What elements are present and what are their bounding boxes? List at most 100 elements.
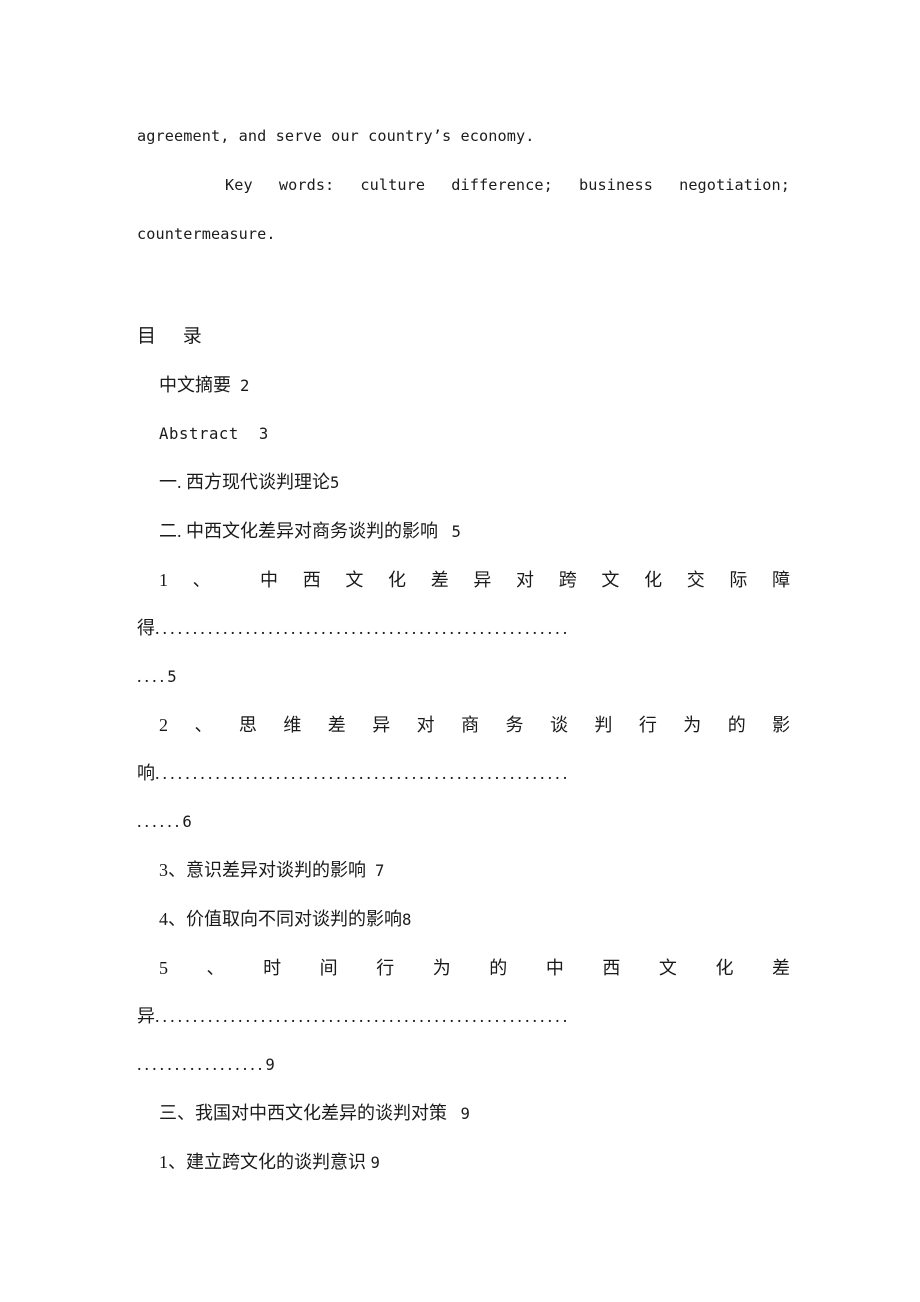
toc-entry-page: 7 bbox=[375, 862, 385, 880]
toc-entry-section-2-2-tail: ......6 bbox=[137, 797, 790, 846]
spread-char: 为 bbox=[683, 715, 702, 735]
dot-leader-tail: .... bbox=[137, 666, 168, 686]
spread-char: 对 bbox=[516, 570, 535, 590]
spread-char: 差 bbox=[772, 958, 791, 978]
toc-entry-page: 2 bbox=[240, 377, 250, 395]
toc-entry-page: 9 bbox=[460, 1105, 470, 1123]
spread-char: 障 bbox=[772, 570, 791, 590]
abstract-section: agreement, and serve our country’s econo… bbox=[137, 0, 790, 259]
abstract-tail-line: agreement, and serve our country’s econo… bbox=[137, 127, 535, 145]
spread-char: 时 bbox=[263, 958, 282, 978]
spread-char: 异 bbox=[473, 570, 492, 590]
toc-entry-chapter-3[interactable]: 三、我国对中西文化差异的谈判对策 9 bbox=[137, 1089, 790, 1138]
spread-char: 行 bbox=[638, 715, 657, 735]
toc-entry-chapter-1[interactable]: 一. 西方现代谈判理论5 bbox=[137, 458, 790, 507]
spread-char: 跨 bbox=[558, 570, 577, 590]
toc-entry-label: Abstract bbox=[159, 425, 239, 443]
spread-char: 行 bbox=[376, 958, 395, 978]
table-of-contents: 目 录 中文摘要 2 Abstract 3 一. 西方现代谈判理论5 二. 中西… bbox=[137, 259, 790, 1187]
spread-char: 为 bbox=[432, 958, 451, 978]
spread-char: 、 bbox=[206, 958, 225, 978]
spread-char: 维 bbox=[283, 715, 302, 735]
keywords-wrap-line: countermeasure. bbox=[137, 225, 276, 243]
spread-char: 1 bbox=[159, 570, 168, 590]
toc-entry-page: 9 bbox=[370, 1154, 380, 1172]
toc-wrap-char: 异 bbox=[137, 1006, 155, 1026]
toc-entry-section-2-2[interactable]: 2 、 思 维 差 异 对 商 务 谈 判 行 为 的 影 bbox=[137, 701, 790, 749]
spread-char: 文 bbox=[601, 570, 620, 590]
toc-entry-page: 6 bbox=[182, 813, 192, 831]
toc-heading: 目 录 bbox=[137, 326, 203, 347]
spread-char: 的 bbox=[489, 958, 508, 978]
spread-char: 判 bbox=[594, 715, 613, 735]
toc-entry-section-2-4[interactable]: 4、价值取向不同对谈判的影响8 bbox=[137, 895, 790, 944]
spread-char: 、 bbox=[192, 570, 211, 590]
spread-char: 5 bbox=[159, 958, 168, 978]
toc-entry-section-2-1-tail: ....5 bbox=[137, 652, 790, 701]
spread-char: 西 bbox=[302, 570, 321, 590]
toc-entry-label: 二. 中西文化差异对商务谈判的影响 bbox=[159, 521, 438, 541]
spread-char: 西 bbox=[602, 958, 621, 978]
toc-entry-gap bbox=[447, 1103, 461, 1123]
spread-char: 差 bbox=[327, 715, 346, 735]
spread-char: 对 bbox=[416, 715, 435, 735]
toc-entry-section-2-1[interactable]: 1 、 中 西 文 化 差 异 对 跨 文 化 交 际 障 bbox=[137, 556, 790, 604]
toc-entry-gap bbox=[438, 521, 452, 541]
spread-char: 影 bbox=[772, 715, 791, 735]
toc-entry-page: 5 bbox=[167, 668, 177, 686]
toc-entry-cn-abstract[interactable]: 中文摘要 2 bbox=[137, 361, 790, 410]
dot-leader: ........................................… bbox=[155, 763, 571, 783]
spread-char: 务 bbox=[505, 715, 524, 735]
toc-entry-label: 1、建立跨文化的谈判意识 bbox=[159, 1152, 366, 1172]
spread-char: 商 bbox=[461, 715, 480, 735]
toc-entry-section-2-3[interactable]: 3、意识差异对谈判的影响 7 bbox=[137, 846, 790, 895]
spread-char: 2 bbox=[159, 715, 168, 735]
dot-leader-tail: ...... bbox=[137, 811, 183, 831]
document-page: agreement, and serve our country’s econo… bbox=[0, 0, 920, 1302]
toc-entry-en-abstract[interactable]: Abstract 3 bbox=[137, 410, 790, 458]
toc-entry-label: 4、价值取向不同对谈判的影响 bbox=[159, 909, 402, 929]
toc-entry-chapter-2[interactable]: 二. 中西文化差异对商务谈判的影响 5 bbox=[137, 507, 790, 556]
toc-entry-page: 5 bbox=[330, 474, 340, 492]
spread-char: 化 bbox=[644, 570, 663, 590]
spread-char: 化 bbox=[388, 570, 407, 590]
toc-entry-section-3-1[interactable]: 1、建立跨文化的谈判意识 9 bbox=[137, 1138, 790, 1187]
spread-char: 谈 bbox=[549, 715, 568, 735]
keywords-line: Key words: culture difference; business … bbox=[137, 161, 790, 210]
spread-char: 、 bbox=[194, 715, 213, 735]
toc-entry-label: 一. 西方现代谈判理论 bbox=[159, 472, 330, 492]
keywords-text: Key words: culture difference; business … bbox=[225, 176, 790, 194]
toc-entry-label: 中文摘要 bbox=[159, 375, 231, 395]
toc-entry-section-2-1-wrap: 得.......................................… bbox=[137, 604, 790, 652]
spread-char: 化 bbox=[715, 958, 734, 978]
toc-entry-gap bbox=[366, 860, 375, 880]
spread-char: 间 bbox=[319, 958, 338, 978]
spread-char: 际 bbox=[729, 570, 748, 590]
toc-entry-gap bbox=[231, 375, 240, 395]
toc-entry-page: 3 bbox=[258, 425, 269, 443]
page-content-column: agreement, and serve our country’s econo… bbox=[137, 0, 790, 1187]
toc-entry-section-2-5-wrap: 异.......................................… bbox=[137, 992, 790, 1040]
spread-char: 文 bbox=[658, 958, 677, 978]
toc-entry-section-2-5[interactable]: 5 、 时 间 行 为 的 中 西 文 化 差 bbox=[137, 944, 790, 992]
spread-char: 交 bbox=[686, 570, 705, 590]
dot-leader: ........................................… bbox=[155, 1006, 571, 1026]
dot-leader: ........................................… bbox=[155, 618, 571, 638]
spread-char: 思 bbox=[238, 715, 257, 735]
toc-entry-section-2-2-wrap: 响.......................................… bbox=[137, 749, 790, 797]
spread-char: 异 bbox=[372, 715, 391, 735]
spread-char: 差 bbox=[430, 570, 449, 590]
spread-char: 文 bbox=[345, 570, 364, 590]
toc-entry-page: 8 bbox=[402, 911, 412, 929]
spread-char: 中 bbox=[545, 958, 564, 978]
toc-entry-gap bbox=[239, 425, 259, 443]
toc-wrap-char: 响 bbox=[137, 763, 155, 783]
toc-entry-label: 三、我国对中西文化差异的谈判对策 bbox=[159, 1103, 447, 1123]
toc-entry-section-2-5-tail: .................9 bbox=[137, 1040, 790, 1089]
toc-wrap-char: 得 bbox=[137, 618, 155, 638]
toc-entry-label: 3、意识差异对谈判的影响 bbox=[159, 860, 366, 880]
spread-char: 的 bbox=[727, 715, 746, 735]
toc-entry-page: 9 bbox=[265, 1056, 275, 1074]
dot-leader-tail: ................. bbox=[137, 1054, 266, 1074]
spread-char: 中 bbox=[260, 570, 279, 590]
